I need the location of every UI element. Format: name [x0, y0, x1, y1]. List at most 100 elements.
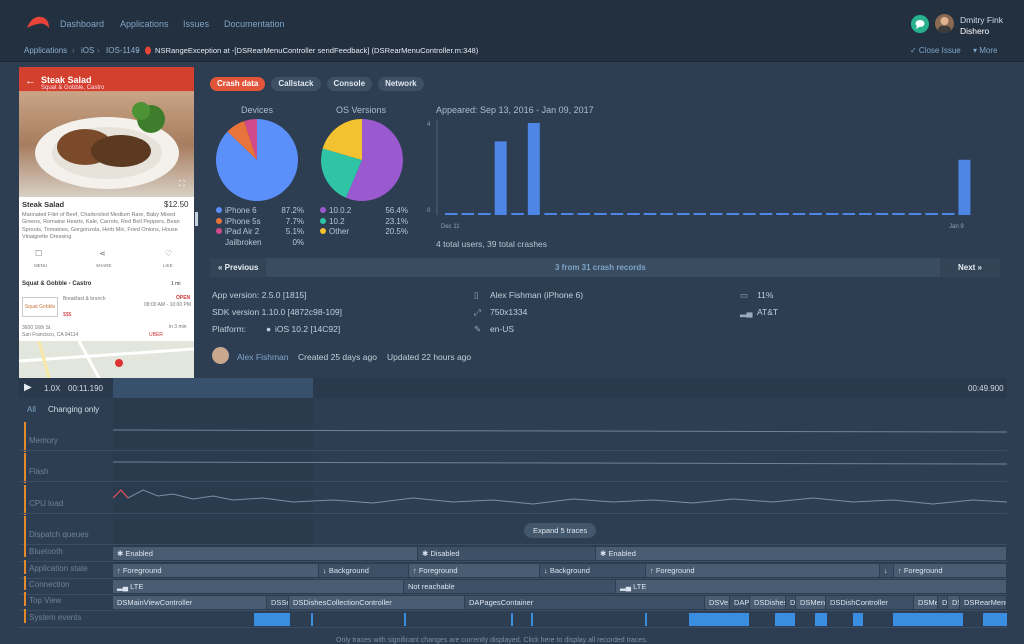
timeline-segment[interactable]: DSSea: [267, 596, 289, 609]
nav-applications[interactable]: Applications: [120, 19, 169, 29]
nav-dashboard[interactable]: Dashboard: [60, 19, 104, 29]
timeline-segment[interactable]: ↓ Background: [540, 564, 646, 577]
breadcrumb-issue[interactable]: IOS-1149: [106, 46, 140, 55]
timeline-segment[interactable]: ↑ Foreground: [113, 564, 319, 577]
heart-icon[interactable]: ♡: [165, 249, 172, 258]
avatar[interactable]: [935, 14, 954, 33]
next-button[interactable]: Next »: [940, 258, 1000, 277]
track-marker: [24, 609, 26, 623]
system-event[interactable]: [531, 613, 533, 626]
breadcrumb: [0, 42, 1024, 62]
track-label-application-state: Application state: [29, 564, 88, 573]
playback-speed[interactable]: 1.0X: [44, 384, 60, 393]
bar: [842, 213, 856, 215]
timeline-segment[interactable]: DSMe: [914, 596, 938, 609]
nav-issues[interactable]: Issues: [183, 19, 209, 29]
expand-traces-button[interactable]: Expand 5 traces: [524, 523, 597, 538]
filter-changing-only[interactable]: Changing only: [48, 405, 99, 414]
timeline-segment[interactable]: DSRearMenu: [960, 596, 1007, 609]
timeline-segment[interactable]: D: [786, 596, 796, 609]
timeline-segment[interactable]: DSDishes: [750, 596, 786, 609]
previous-button[interactable]: « Previous: [210, 258, 267, 277]
system-event[interactable]: [983, 613, 1007, 626]
timeline-segment[interactable]: ↑ Foreground: [409, 564, 540, 577]
bar: [594, 213, 607, 215]
timeline-segment[interactable]: ↓ Background: [319, 564, 409, 577]
play-icon[interactable]: ▶: [24, 382, 32, 393]
tab-network[interactable]: Network: [378, 77, 424, 91]
timeline-segment[interactable]: D: [938, 596, 948, 609]
restaurant-logo: Squat Gobble: [22, 297, 58, 317]
bar: [676, 213, 690, 215]
timeline-segment[interactable]: ↑ Foreground: [894, 564, 1007, 577]
tab-callstack[interactable]: Callstack: [271, 77, 321, 91]
fullscreen-icon[interactable]: ⛶: [179, 179, 185, 189]
system-event[interactable]: [511, 613, 513, 626]
system-event[interactable]: [404, 613, 406, 626]
breadcrumb-separator: ›: [72, 46, 75, 55]
track-label-connection: Connection: [29, 580, 70, 589]
device-screenshot: ← Steak Salad Squat & Gobble, Castro ⛶ S…: [19, 67, 194, 378]
system-event[interactable]: [853, 613, 863, 626]
breadcrumb-separator: ›: [97, 46, 100, 55]
timeline-segment[interactable]: Not reachable: [404, 580, 616, 593]
updated-time: Updated 22 hours ago: [387, 352, 472, 362]
breadcrumb-applications[interactable]: Applications: [24, 46, 67, 55]
logo-icon[interactable]: [26, 15, 50, 29]
timeline-segment[interactable]: DS: [948, 596, 960, 609]
timeline-segment[interactable]: DSDishController: [826, 596, 914, 609]
breadcrumb-platform[interactable]: iOS: [81, 46, 94, 55]
more-button[interactable]: ▾ More: [973, 46, 997, 55]
track-marker: [24, 485, 26, 515]
reporter-name[interactable]: Alex Fishman: [237, 352, 289, 362]
menu-icon[interactable]: ☐: [35, 249, 42, 258]
timeline-segment[interactable]: DAPagesContainer: [465, 596, 705, 609]
timeline-segment[interactable]: DSMen: [796, 596, 826, 609]
timeline-segment[interactable]: ▂▄ LTE: [616, 580, 1007, 593]
timeline-segment[interactable]: ✱ Enabled: [596, 547, 1007, 560]
scrollbar[interactable]: [195, 212, 198, 226]
system-event[interactable]: [689, 613, 749, 626]
timeline-segment[interactable]: ↑ Foreground: [646, 564, 880, 577]
system-event[interactable]: [775, 613, 795, 626]
nav-documentation[interactable]: Documentation: [224, 19, 285, 29]
tab-console[interactable]: Console: [326, 77, 373, 91]
system-event[interactable]: [815, 613, 827, 626]
share-icon[interactable]: ⋖: [99, 249, 106, 258]
tab-crash-data[interactable]: Crash data: [210, 77, 266, 91]
system-event[interactable]: [893, 613, 963, 626]
user-org: Dishero: [960, 26, 990, 36]
back-arrow-icon[interactable]: ←: [25, 75, 36, 87]
track-divider: [19, 561, 1007, 562]
pager-label: 3 from 31 crash records: [555, 263, 646, 272]
track-label-memory: Memory: [29, 436, 58, 445]
system-event[interactable]: [311, 613, 313, 626]
bluetooth-track: ✱ Enabled ✱ Disabled ✱ Enabled: [113, 547, 1007, 560]
timeline-segment[interactable]: ✱ Enabled: [113, 547, 418, 560]
timeline-segment[interactable]: ▂▄ LTE: [113, 580, 404, 593]
phone-title: Steak Salad: [41, 75, 92, 85]
timeline-segment[interactable]: DSVe: [705, 596, 730, 609]
carrier: AT&T: [757, 307, 779, 317]
filter-all[interactable]: All: [27, 405, 36, 414]
chat-icon[interactable]: [911, 15, 929, 33]
system-event[interactable]: [254, 613, 290, 626]
map[interactable]: [19, 340, 194, 378]
bar: [660, 213, 673, 215]
track-marker: [24, 422, 26, 452]
timeline-segment[interactable]: DSMainViewController: [113, 596, 267, 609]
timeline-segment[interactable]: DAP: [730, 596, 750, 609]
system-event[interactable]: [645, 613, 647, 626]
timeline-segment[interactable]: ↓: [880, 564, 894, 577]
bar: [461, 213, 475, 215]
apple-icon: ●: [266, 324, 272, 334]
timeline-segment[interactable]: DSDishesCollectionController: [289, 596, 465, 609]
bar: [527, 123, 540, 215]
timeline-segment[interactable]: ✱ Disabled: [418, 547, 596, 560]
bar: [478, 213, 491, 215]
user-name[interactable]: Dmitry Fink: [960, 15, 1003, 25]
bar: [825, 213, 839, 215]
timeline-range-selection[interactable]: [113, 378, 313, 398]
close-issue-button[interactable]: ✓ Close Issue: [910, 46, 961, 55]
os-legend: 10.0.2 56.4% 10.2 23.1% Other 20.5%: [320, 206, 408, 238]
